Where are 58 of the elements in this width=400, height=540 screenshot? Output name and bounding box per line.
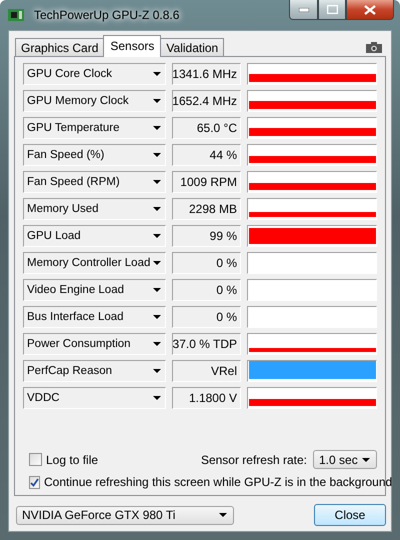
- sensor-value: 1.1800 V: [172, 387, 241, 409]
- close-button[interactable]: Close: [314, 504, 386, 526]
- caret-icon: [153, 288, 161, 292]
- sensor-dropdown[interactable]: VDDC: [23, 387, 166, 409]
- sensor-dropdown[interactable]: Video Engine Load: [23, 279, 166, 301]
- camera-icon[interactable]: [366, 42, 382, 53]
- sensor-value: 0 %: [172, 279, 241, 301]
- caret-icon: [153, 396, 161, 400]
- gpu-dropdown[interactable]: NVIDIA GeForce GTX 980 Ti: [16, 506, 234, 524]
- sensor-value: 44 %: [172, 144, 241, 166]
- caret-icon: [153, 234, 161, 238]
- sensor-dropdown[interactable]: Power Consumption: [23, 333, 166, 355]
- sensor-value: 0 %: [172, 252, 241, 274]
- checkbox-label: Log to file: [46, 452, 98, 466]
- sensor-value: 0 %: [172, 306, 241, 328]
- refresh-rate-dropdown[interactable]: 1.0 sec: [313, 450, 377, 469]
- sensor-dropdown[interactable]: PerfCap Reason: [23, 360, 166, 382]
- checkbox-label: Continue refreshing this screen while GPU-Z is in the background: [44, 475, 392, 489]
- close-icon[interactable]: [364, 4, 376, 14]
- caret-icon: [153, 153, 161, 157]
- caret-icon: [153, 99, 161, 103]
- caret-icon: [153, 342, 161, 346]
- caret-icon: [153, 369, 161, 373]
- caret-icon: [362, 458, 370, 462]
- checkmark-icon: [30, 478, 39, 486]
- sensor-dropdown[interactable]: Memory Controller Load: [23, 252, 166, 274]
- sensor-dropdown[interactable]: GPU Core Clock: [23, 63, 166, 85]
- caret-icon: [153, 72, 161, 76]
- refresh-rate-label: Sensor refresh rate:: [200, 452, 307, 466]
- caret-icon: [153, 261, 161, 265]
- sensor-value: 37.0 % TDP: [172, 333, 241, 355]
- sensor-value: 1341.6 MHz: [172, 63, 241, 85]
- app-icon: [8, 9, 24, 21]
- minimize-icon[interactable]: [298, 8, 308, 12]
- sensor-dropdown[interactable]: Fan Speed (%): [23, 144, 166, 166]
- caret-icon: [153, 207, 161, 211]
- checkbox[interactable]: [29, 476, 40, 488]
- caret-icon: [153, 126, 161, 130]
- caret-icon: [153, 180, 161, 184]
- caret-icon: [219, 513, 227, 517]
- sensor-dropdown[interactable]: GPU Memory Clock: [23, 90, 166, 112]
- sensor-dropdown[interactable]: Fan Speed (RPM): [23, 171, 166, 193]
- sensor-value: 99 %: [172, 225, 241, 247]
- sensor-value: 65.0 °C: [172, 117, 241, 139]
- tab[interactable]: Graphics Card: [15, 38, 104, 57]
- sensor-value: 1009 RPM: [172, 171, 241, 193]
- window-title: TechPowerUp GPU-Z 0.8.6: [33, 7, 180, 23]
- sensor-dropdown[interactable]: Memory Used: [23, 198, 166, 220]
- checkbox[interactable]: [29, 453, 42, 466]
- sensor-dropdown[interactable]: GPU Temperature: [23, 117, 166, 139]
- sensor-value: 1652.4 MHz: [172, 90, 241, 112]
- sensor-value: VRel: [172, 360, 241, 382]
- tab[interactable]: Validation: [160, 38, 224, 57]
- caret-icon: [153, 315, 161, 319]
- tab[interactable]: Sensors: [103, 35, 162, 57]
- sensor-value: 2298 MB: [172, 198, 241, 220]
- sensor-dropdown[interactable]: GPU Load: [23, 225, 166, 247]
- sensor-dropdown[interactable]: Bus Interface Load: [23, 306, 166, 328]
